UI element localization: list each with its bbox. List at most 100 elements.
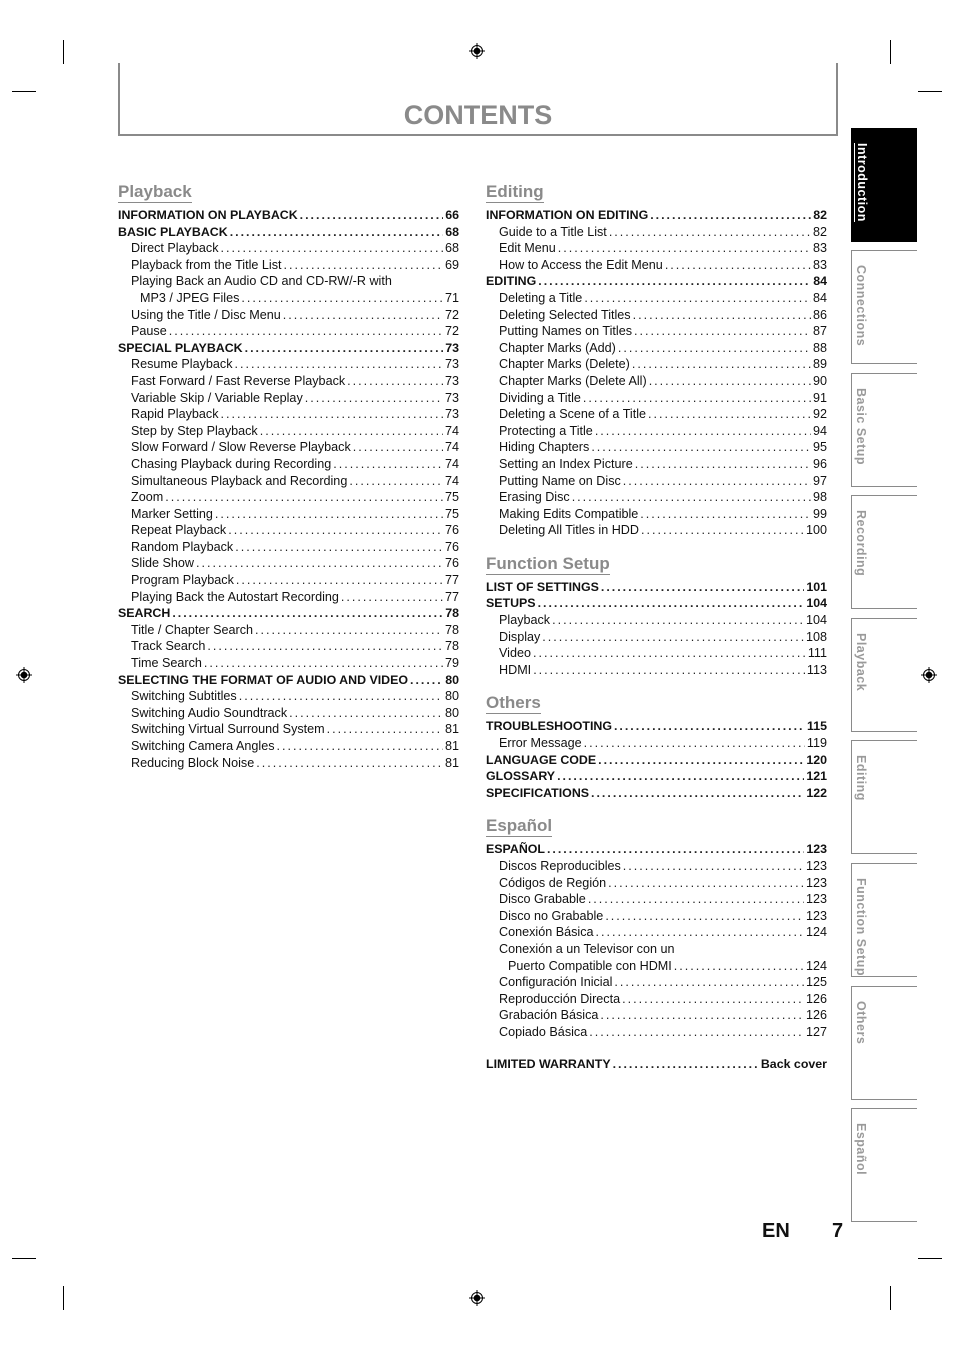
tab-introduction[interactable]: Introduction <box>851 128 917 242</box>
toc-entry[interactable]: Playing Back the Autostart Recording 77 <box>118 589 459 606</box>
toc-entry[interactable]: Simultaneous Playback and Recording 74 <box>118 473 459 490</box>
toc-entry[interactable]: Video 111 <box>486 645 827 662</box>
toc-entry[interactable]: Fast Forward / Fast Reverse Playback 73 <box>118 373 459 390</box>
toc-entry[interactable]: Switching Camera Angles 81 <box>118 738 459 755</box>
toc-entry[interactable]: Deleting Selected Titles 86 <box>486 307 827 324</box>
toc-entry[interactable]: BASIC PLAYBACK 68 <box>118 224 459 241</box>
toc-entry[interactable]: Display 108 <box>486 629 827 646</box>
toc-entry[interactable]: Reducing Block Noise 81 <box>118 755 459 772</box>
toc-entry[interactable]: ESPAÑOL 123 <box>486 841 827 858</box>
toc-entry[interactable]: Playing Back an Audio CD and CD-RW/-R wi… <box>118 273 459 290</box>
dot-leader <box>584 735 805 752</box>
toc-entry[interactable]: Putting Names on Titles 87 <box>486 323 827 340</box>
toc-section-espanol: Español ESPAÑOL 123 Discos Reproducibles 123… <box>486 816 827 1040</box>
toc-entry-label: ESPAÑOL <box>486 842 545 857</box>
toc-entry[interactable]: Resume Playback 73 <box>118 356 459 373</box>
toc-entry[interactable]: Guide to a Title List 82 <box>486 224 827 241</box>
tab-basic-setup[interactable]: Basic Setup <box>851 373 917 487</box>
tab-editing[interactable]: Editing <box>851 740 917 854</box>
toc-entry[interactable]: Slide Show 76 <box>118 555 459 572</box>
toc-entry[interactable]: Zoom 75 <box>118 489 459 506</box>
tab-recording[interactable]: Recording <box>851 495 917 609</box>
toc-entry[interactable]: Time Search 79 <box>118 655 459 672</box>
toc-entry[interactable]: SETUPS 104 <box>486 595 827 612</box>
toc-entry[interactable]: Playback 104 <box>486 612 827 629</box>
toc-entry[interactable]: Marker Setting 75 <box>118 506 459 523</box>
toc-entry[interactable]: Program Playback 77 <box>118 572 459 589</box>
toc-entry[interactable]: INFORMATION ON EDITING 82 <box>486 207 827 224</box>
toc-entry[interactable]: Track Search 78 <box>118 638 459 655</box>
toc-entry[interactable]: Switching Audio Soundtrack 80 <box>118 705 459 722</box>
dot-leader <box>289 705 443 722</box>
toc-entry[interactable]: Chapter Marks (Add) 88 <box>486 340 827 357</box>
toc-entry[interactable]: Deleting a Scene of a Title 92 <box>486 406 827 423</box>
toc-entry[interactable]: How to Access the Edit Menu 83 <box>486 257 827 274</box>
dot-leader <box>241 290 443 307</box>
toc-entry[interactable]: SELECTING THE FORMAT OF AUDIO AND VIDEO 8… <box>118 672 459 689</box>
dot-leader <box>169 323 443 340</box>
toc-entry[interactable]: Conexión a un Televisor con un <box>486 941 827 958</box>
toc-entry[interactable]: Deleting a Title 84 <box>486 290 827 307</box>
toc-entry[interactable]: Dividing a Title 91 <box>486 390 827 407</box>
toc-entry[interactable]: TROUBLESHOOTING 115 <box>486 718 827 735</box>
toc-entry[interactable]: Reproducción Directa 126 <box>486 991 827 1008</box>
tab-others[interactable]: Others <box>851 986 917 1100</box>
toc-entry[interactable]: Rapid Playback 73 <box>118 406 459 423</box>
toc-entry[interactable]: Putting Name on Disc 97 <box>486 473 827 490</box>
toc-entry[interactable]: Using the Title / Disc Menu 72 <box>118 307 459 324</box>
dot-leader <box>353 439 443 456</box>
toc-entry[interactable]: HDMI 113 <box>486 662 827 679</box>
toc-entry-label: Chasing Playback during Recording <box>131 456 332 471</box>
toc-entry[interactable]: Repeat Playback 76 <box>118 522 459 539</box>
toc-entry[interactable]: LANGUAGE CODE 120 <box>486 752 827 769</box>
toc-entry[interactable]: Grabación Básica 126 <box>486 1007 827 1024</box>
toc-entry[interactable]: Conexión Básica 124 <box>486 924 827 941</box>
toc-entry[interactable]: Step by Step Playback 74 <box>118 423 459 440</box>
toc-entry[interactable]: Variable Skip / Variable Replay 73 <box>118 390 459 407</box>
toc-entry[interactable]: GLOSSARY 121 <box>486 768 827 785</box>
toc-entry[interactable]: Edit Menu 83 <box>486 240 827 257</box>
toc-entry[interactable]: Copiado Básica 127 <box>486 1024 827 1041</box>
toc-entry[interactable]: Hiding Chapters 95 <box>486 439 827 456</box>
tab-function-setup[interactable]: Function Setup <box>851 863 917 977</box>
tab-espanol[interactable]: Español <box>851 1108 917 1222</box>
toc-entry[interactable]: INFORMATION ON PLAYBACK 66 <box>118 207 459 224</box>
toc-entry[interactable]: Making Edits Compatible 99 <box>486 506 827 523</box>
toc-entry[interactable]: Random Playback 76 <box>118 539 459 556</box>
toc-entry[interactable]: Direct Playback 68 <box>118 240 459 257</box>
toc-entry[interactable]: Setting an Index Picture 96 <box>486 456 827 473</box>
toc-entry[interactable]: Chasing Playback during Recording 74 <box>118 456 459 473</box>
toc-entry[interactable]: Playback from the Title List 69 <box>118 257 459 274</box>
tab-playback[interactable]: Playback <box>851 618 917 732</box>
toc-entry[interactable]: Pause 72 <box>118 323 459 340</box>
toc-entry-page: 76 <box>444 556 459 571</box>
toc-entry[interactable]: Chapter Marks (Delete All) 90 <box>486 373 827 390</box>
toc-entry[interactable]: LIST OF SETTINGS 101 <box>486 579 827 596</box>
toc-entry[interactable]: MP3 / JPEG Files 71 <box>118 290 459 307</box>
toc-entry-warranty[interactable]: LIMITED WARRANTY Back cover <box>486 1056 827 1073</box>
toc-entry[interactable]: Chapter Marks (Delete) 89 <box>486 356 827 373</box>
toc-entry[interactable]: Error Message 119 <box>486 735 827 752</box>
toc-entry[interactable]: Disco Grabable 123 <box>486 891 827 908</box>
page-number: 7 <box>832 1220 844 1242</box>
toc-entry[interactable]: Discos Reproducibles 123 <box>486 858 827 875</box>
toc-entry[interactable]: Configuración Inicial 125 <box>486 974 827 991</box>
toc-entry[interactable]: SEARCH 78 <box>118 605 459 622</box>
toc-entry[interactable]: Deleting All Titles in HDD 100 <box>486 522 827 539</box>
tab-connections[interactable]: Connections <box>851 250 917 364</box>
toc-entry[interactable]: Switching Subtitles 80 <box>118 688 459 705</box>
dot-leader <box>557 768 804 785</box>
toc-entry[interactable]: Protecting a Title 94 <box>486 423 827 440</box>
toc-entry[interactable]: Disco no Grabable 123 <box>486 908 827 925</box>
toc-entry[interactable]: EDITING 84 <box>486 273 827 290</box>
toc-entry[interactable]: SPECIAL PLAYBACK 73 <box>118 340 459 357</box>
toc-entry[interactable]: Switching Virtual Surround System 81 <box>118 721 459 738</box>
toc-entry[interactable]: Erasing Disc 98 <box>486 489 827 506</box>
toc-entry[interactable]: Title / Chapter Search 78 <box>118 622 459 639</box>
toc-entry[interactable]: Puerto Compatible con HDMI 124 <box>486 958 827 975</box>
toc-right-column: EditingINFORMATION ON EDITING82Guide to … <box>486 182 827 1072</box>
toc-entry[interactable]: Códigos de Región 123 <box>486 875 827 892</box>
toc-entry[interactable]: Slow Forward / Slow Reverse Playback 74 <box>118 439 459 456</box>
tab-label: Introduction <box>854 143 869 222</box>
toc-entry[interactable]: SPECIFICATIONS 122 <box>486 785 827 802</box>
